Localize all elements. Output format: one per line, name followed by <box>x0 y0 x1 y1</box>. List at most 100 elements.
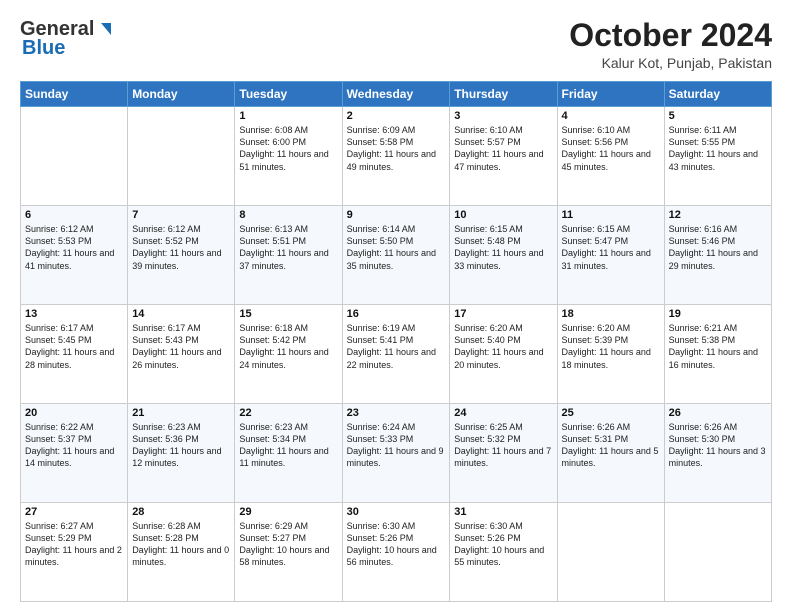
day-info: Sunrise: 6:10 AMSunset: 5:56 PMDaylight:… <box>562 124 660 173</box>
day-info: Sunrise: 6:20 AMSunset: 5:40 PMDaylight:… <box>454 322 552 371</box>
day-number: 29 <box>239 506 337 518</box>
day-number: 25 <box>562 407 660 419</box>
day-number: 1 <box>239 110 337 122</box>
day-number: 7 <box>132 209 230 221</box>
calendar-cell <box>21 107 128 206</box>
calendar-cell <box>664 503 771 602</box>
calendar-cell: 10 Sunrise: 6:15 AMSunset: 5:48 PMDayligh… <box>450 206 557 305</box>
day-number: 24 <box>454 407 552 419</box>
day-info: Sunrise: 6:27 AMSunset: 5:29 PMDaylight:… <box>25 520 123 569</box>
day-number: 11 <box>562 209 660 221</box>
day-info: Sunrise: 6:10 AMSunset: 5:57 PMDaylight:… <box>454 124 552 173</box>
calendar-cell: 18Sunrise: 6:20 AMSunset: 5:39 PMDayligh… <box>557 305 664 404</box>
title-block: October 2024 Kalur Kot, Punjab, Pakistan <box>569 18 772 71</box>
calendar-cell: 25 Sunrise: 6:26 AMSunset: 5:31 PMDayligh… <box>557 404 664 503</box>
day-info: Sunrise: 6:22 AMSunset: 5:37 PMDaylight:… <box>25 421 123 470</box>
col-wednesday: Wednesday <box>342 82 450 107</box>
day-info: Sunrise: 6:15 AMSunset: 5:47 PMDaylight:… <box>562 223 660 272</box>
calendar-cell: 5 Sunrise: 6:11 AMSunset: 5:55 PMDaylight… <box>664 107 771 206</box>
calendar-cell: 29 Sunrise: 6:29 AMSunset: 5:27 PMDayligh… <box>235 503 342 602</box>
calendar-cell: 13Sunrise: 6:17 AMSunset: 5:45 PMDayligh… <box>21 305 128 404</box>
day-number: 14 <box>132 308 230 320</box>
day-number: 5 <box>669 110 767 122</box>
day-info: Sunrise: 6:30 AMSunset: 5:26 PMDaylight:… <box>454 520 552 569</box>
day-number: 9 <box>347 209 446 221</box>
calendar-cell: 24Sunrise: 6:25 AMSunset: 5:32 PMDayligh… <box>450 404 557 503</box>
day-info: Sunrise: 6:11 AMSunset: 5:55 PMDaylight:… <box>669 124 767 173</box>
logo-blue: Blue <box>22 37 65 60</box>
day-number: 16 <box>347 308 446 320</box>
day-number: 31 <box>454 506 552 518</box>
day-info: Sunrise: 6:30 AMSunset: 5:26 PMDaylight:… <box>347 520 446 569</box>
day-number: 6 <box>25 209 123 221</box>
calendar-cell: 21Sunrise: 6:23 AMSunset: 5:36 PMDayligh… <box>128 404 235 503</box>
day-number: 28 <box>132 506 230 518</box>
calendar: SundayMondayTuesdayWednesdayThursdayFrid… <box>20 81 772 602</box>
calendar-cell: 17 Sunrise: 6:20 AMSunset: 5:40 PMDayligh… <box>450 305 557 404</box>
day-number: 20 <box>25 407 123 419</box>
day-number: 12 <box>669 209 767 221</box>
logo: General Blue <box>20 18 114 60</box>
day-info: Sunrise: 6:17 AMSunset: 5:43 PMDaylight:… <box>132 322 230 371</box>
day-number: 27 <box>25 506 123 518</box>
calendar-cell: 16Sunrise: 6:19 AMSunset: 5:41 PMDayligh… <box>342 305 450 404</box>
day-info: Sunrise: 6:16 AMSunset: 5:46 PMDaylight:… <box>669 223 767 272</box>
day-number: 30 <box>347 506 446 518</box>
month-title: October 2024 <box>569 18 772 53</box>
day-number: 2 <box>347 110 446 122</box>
day-number: 4 <box>562 110 660 122</box>
week-row-2: 6 Sunrise: 6:12 AMSunset: 5:53 PMDaylight… <box>21 206 772 305</box>
calendar-cell: 15 Sunrise: 6:18 AMSunset: 5:42 PMDayligh… <box>235 305 342 404</box>
day-number: 3 <box>454 110 552 122</box>
day-info: Sunrise: 6:12 AMSunset: 5:53 PMDaylight:… <box>25 223 123 272</box>
day-info: Sunrise: 6:08 AMSunset: 6:00 PMDaylight:… <box>239 124 337 173</box>
calendar-cell: 26 Sunrise: 6:26 AMSunset: 5:30 PMDayligh… <box>664 404 771 503</box>
location: Kalur Kot, Punjab, Pakistan <box>569 55 772 71</box>
calendar-cell: 7 Sunrise: 6:12 AMSunset: 5:52 PMDaylight… <box>128 206 235 305</box>
day-number: 22 <box>239 407 337 419</box>
day-number: 23 <box>347 407 446 419</box>
calendar-cell: 30 Sunrise: 6:30 AMSunset: 5:26 PMDayligh… <box>342 503 450 602</box>
calendar-cell: 2 Sunrise: 6:09 AMSunset: 5:58 PMDaylight… <box>342 107 450 206</box>
week-row-5: 27 Sunrise: 6:27 AMSunset: 5:29 PMDayligh… <box>21 503 772 602</box>
day-number: 21 <box>132 407 230 419</box>
day-info: Sunrise: 6:14 AMSunset: 5:50 PMDaylight:… <box>347 223 446 272</box>
day-info: Sunrise: 6:26 AMSunset: 5:30 PMDaylight:… <box>669 421 767 470</box>
day-info: Sunrise: 6:26 AMSunset: 5:31 PMDaylight:… <box>562 421 660 470</box>
day-info: Sunrise: 6:23 AMSunset: 5:34 PMDaylight:… <box>239 421 337 470</box>
calendar-cell <box>557 503 664 602</box>
week-row-4: 20 Sunrise: 6:22 AMSunset: 5:37 PMDayligh… <box>21 404 772 503</box>
col-sunday: Sunday <box>21 82 128 107</box>
calendar-cell <box>128 107 235 206</box>
logo-icon <box>95 21 113 39</box>
calendar-cell: 20 Sunrise: 6:22 AMSunset: 5:37 PMDayligh… <box>21 404 128 503</box>
day-info: Sunrise: 6:12 AMSunset: 5:52 PMDaylight:… <box>132 223 230 272</box>
day-info: Sunrise: 6:21 AMSunset: 5:38 PMDaylight:… <box>669 322 767 371</box>
calendar-cell: 14 Sunrise: 6:17 AMSunset: 5:43 PMDayligh… <box>128 305 235 404</box>
col-tuesday: Tuesday <box>235 82 342 107</box>
day-info: Sunrise: 6:29 AMSunset: 5:27 PMDaylight:… <box>239 520 337 569</box>
day-info: Sunrise: 6:15 AMSunset: 5:48 PMDaylight:… <box>454 223 552 272</box>
calendar-cell: 8Sunrise: 6:13 AMSunset: 5:51 PMDaylight… <box>235 206 342 305</box>
day-info: Sunrise: 6:09 AMSunset: 5:58 PMDaylight:… <box>347 124 446 173</box>
calendar-cell: 4 Sunrise: 6:10 AMSunset: 5:56 PMDaylight… <box>557 107 664 206</box>
day-info: Sunrise: 6:13 AMSunset: 5:51 PMDaylight:… <box>239 223 337 272</box>
day-number: 19 <box>669 308 767 320</box>
day-info: Sunrise: 6:18 AMSunset: 5:42 PMDaylight:… <box>239 322 337 371</box>
calendar-cell: 31 Sunrise: 6:30 AMSunset: 5:26 PMDayligh… <box>450 503 557 602</box>
day-number: 26 <box>669 407 767 419</box>
day-info: Sunrise: 6:20 AMSunset: 5:39 PMDaylight:… <box>562 322 660 371</box>
col-friday: Friday <box>557 82 664 107</box>
page: General Blue October 2024 Kalur Kot, Pun… <box>0 0 792 612</box>
col-monday: Monday <box>128 82 235 107</box>
day-number: 17 <box>454 308 552 320</box>
day-number: 15 <box>239 308 337 320</box>
header: General Blue October 2024 Kalur Kot, Pun… <box>20 18 772 71</box>
col-thursday: Thursday <box>450 82 557 107</box>
day-number: 10 <box>454 209 552 221</box>
calendar-cell: 19 Sunrise: 6:21 AMSunset: 5:38 PMDayligh… <box>664 305 771 404</box>
day-info: Sunrise: 6:28 AMSunset: 5:28 PMDaylight:… <box>132 520 230 569</box>
calendar-cell: 3 Sunrise: 6:10 AMSunset: 5:57 PMDaylight… <box>450 107 557 206</box>
day-number: 13 <box>25 308 123 320</box>
day-info: Sunrise: 6:24 AMSunset: 5:33 PMDaylight:… <box>347 421 446 470</box>
